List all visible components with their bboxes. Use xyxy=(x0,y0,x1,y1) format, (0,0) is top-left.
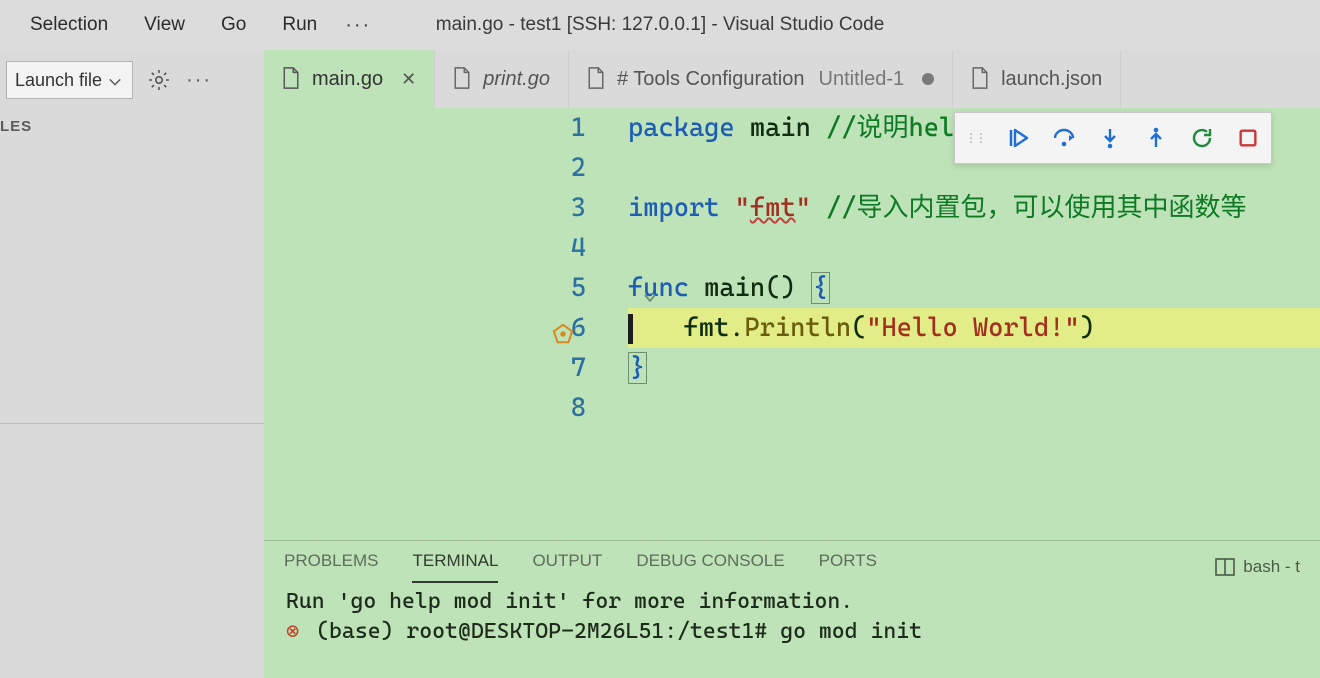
panel-tab-debug-console[interactable]: DEBUG CONSOLE xyxy=(636,551,784,583)
tab-strip: main.go ✕ print.go # Tools Configuration… xyxy=(264,50,1320,108)
code-editor[interactable]: 1package main //说明hello.go这个文件23import "… xyxy=(264,108,1320,540)
line-number: 2 xyxy=(264,148,628,188)
line-code: import "fmt" //导入内置包，可以使用其中函数等 xyxy=(628,188,1320,228)
terminal-name[interactable]: bash - t xyxy=(1243,557,1300,577)
gear-icon[interactable] xyxy=(145,66,173,94)
error-glyph-icon: ⊗ xyxy=(286,619,312,644)
tab-label: launch.json xyxy=(1001,68,1102,91)
panel-tabs: PROBLEMS TERMINAL OUTPUT DEBUG CONSOLE P… xyxy=(264,541,1320,585)
code-line[interactable]: 6 fmt.Println("Hello World!") xyxy=(264,308,1320,348)
restart-button[interactable] xyxy=(1189,125,1215,151)
menu-overflow[interactable]: ··· xyxy=(335,14,381,37)
code-line[interactable]: 4 xyxy=(264,228,1320,268)
tab-print-go[interactable]: print.go xyxy=(435,50,569,108)
menu-bar: Selection View Go Run ··· main.go - test… xyxy=(0,0,1320,50)
panel-tab-problems[interactable]: PROBLEMS xyxy=(284,551,378,583)
code-line[interactable]: 3import "fmt" //导入内置包，可以使用其中函数等 xyxy=(264,188,1320,228)
line-number: 5 xyxy=(264,268,628,308)
chevron-down-icon xyxy=(108,73,122,87)
terminal-body[interactable]: Run 'go help mod init' for more informat… xyxy=(264,585,1320,678)
panel-tab-terminal[interactable]: TERMINAL xyxy=(412,551,498,583)
launch-config-dropdown[interactable]: Launch file xyxy=(6,61,133,99)
launch-config-label: Launch file xyxy=(15,70,102,91)
file-icon xyxy=(282,66,302,92)
dirty-dot-icon xyxy=(922,73,934,85)
continue-button[interactable] xyxy=(1005,125,1031,151)
step-out-button[interactable] xyxy=(1143,125,1169,151)
terminal-line: ⊗ (base) root@DESKTOP-2M26L51:/test1# go… xyxy=(286,617,1320,647)
terminal-line: Run 'go help mod init' for more informat… xyxy=(286,587,1320,617)
line-number: 8 xyxy=(264,388,628,428)
menu-selection[interactable]: Selection xyxy=(12,8,126,42)
line-code: fmt.Println("Hello World!") xyxy=(628,308,1320,348)
code-line[interactable]: 7} xyxy=(264,348,1320,388)
bottom-panel: PROBLEMS TERMINAL OUTPUT DEBUG CONSOLE P… xyxy=(264,540,1320,678)
tab-label: main.go xyxy=(312,68,383,91)
line-code: func main() { xyxy=(628,268,1320,308)
tab-main-go[interactable]: main.go ✕ xyxy=(264,50,435,108)
menu-go[interactable]: Go xyxy=(203,8,264,42)
tab-tools-config[interactable]: # Tools Configuration Untitled-1 xyxy=(569,50,953,108)
tab-label: # Tools Configuration xyxy=(617,68,805,91)
breakpoint-icon[interactable] xyxy=(552,317,574,339)
file-icon xyxy=(587,66,607,92)
file-icon xyxy=(971,66,991,92)
sidebar-bottom-pane xyxy=(0,423,264,678)
line-number: 4 xyxy=(264,228,628,268)
file-icon xyxy=(453,66,473,92)
line-number: 3 xyxy=(264,188,628,228)
editor-area: main.go ✕ print.go # Tools Configuration… xyxy=(264,50,1320,678)
step-over-button[interactable] xyxy=(1051,125,1077,151)
line-number: 7 xyxy=(264,348,628,388)
window-title: main.go - test1 [SSH: 127.0.0.1] - Visua… xyxy=(436,14,885,36)
stop-button[interactable] xyxy=(1235,125,1261,151)
panel-tab-ports[interactable]: PORTS xyxy=(819,551,877,583)
debug-more-icon[interactable]: ··· xyxy=(185,66,213,94)
execution-pointer xyxy=(628,314,633,344)
fold-caret-icon[interactable] xyxy=(642,278,660,318)
close-icon[interactable]: ✕ xyxy=(401,69,416,90)
line-number: 1 xyxy=(264,108,628,148)
tab-launch-json[interactable]: launch.json xyxy=(953,50,1121,108)
sidebar: Launch file ··· LES xyxy=(0,50,264,678)
split-icon[interactable] xyxy=(1215,557,1235,577)
tab-sublabel: Untitled-1 xyxy=(819,68,905,91)
menu-run[interactable]: Run xyxy=(264,8,335,42)
panel-tab-output[interactable]: OUTPUT xyxy=(532,551,602,583)
code-line[interactable]: 8 xyxy=(264,388,1320,428)
line-code: } xyxy=(628,348,1320,388)
variables-section-label: LES xyxy=(0,110,264,147)
step-into-button[interactable] xyxy=(1097,125,1123,151)
code-line[interactable]: 5func main() { xyxy=(264,268,1320,308)
grip-icon[interactable]: ⋮⋮ xyxy=(965,118,985,158)
debug-toolbar[interactable]: ⋮⋮ xyxy=(954,112,1272,164)
tab-label: print.go xyxy=(483,68,550,91)
menu-view[interactable]: View xyxy=(126,8,203,42)
